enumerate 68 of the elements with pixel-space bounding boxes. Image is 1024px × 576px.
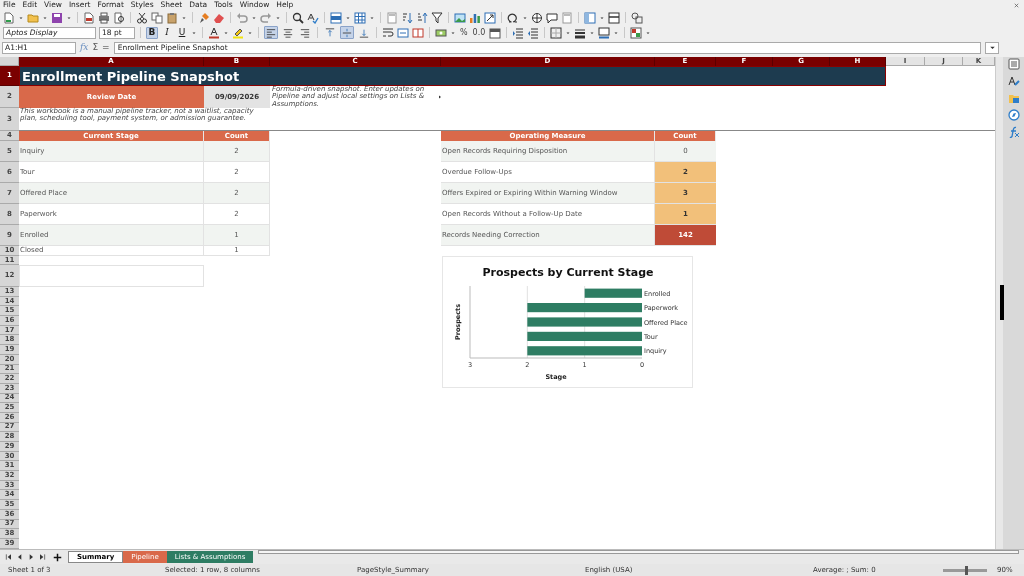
last-sheet-icon[interactable] <box>38 553 46 561</box>
functions-icon[interactable] <box>1007 126 1020 138</box>
horizontal-scrollbar[interactable] <box>258 550 1019 554</box>
pdf-export-icon[interactable] <box>83 11 95 24</box>
wrap-text-icon[interactable] <box>382 26 394 39</box>
open-folder-icon[interactable] <box>27 11 39 24</box>
title-cell[interactable]: Enrollment Pipeline Snapshot <box>19 66 886 86</box>
hyperlink-icon[interactable] <box>531 11 543 24</box>
align-top-button[interactable] <box>323 26 337 39</box>
font-color-icon[interactable] <box>208 26 220 39</box>
column-icon[interactable] <box>354 11 366 24</box>
sum-button[interactable]: Σ <box>92 43 99 52</box>
highlight-icon[interactable] <box>232 26 244 39</box>
navigator-icon[interactable] <box>1007 109 1020 121</box>
align-center-button[interactable] <box>281 26 295 39</box>
align-middle-button[interactable] <box>340 26 354 39</box>
paste-icon[interactable] <box>166 11 178 24</box>
currency-icon[interactable] <box>435 26 447 39</box>
underline-button[interactable]: U <box>176 26 188 39</box>
bar <box>584 288 642 298</box>
sidebar-handle[interactable] <box>1000 285 1004 320</box>
spellcheck-icon[interactable] <box>307 11 319 24</box>
split-window-icon[interactable] <box>608 11 620 24</box>
gallery-icon[interactable] <box>1007 92 1020 104</box>
overflow-arrow-icon <box>437 94 443 100</box>
redo-icon[interactable] <box>260 11 272 24</box>
close-icon[interactable] <box>1013 1 1020 9</box>
print-preview-icon[interactable] <box>113 11 125 24</box>
comment-icon[interactable] <box>546 11 558 24</box>
bold-button[interactable]: B <box>146 26 158 39</box>
special-character-icon[interactable] <box>507 11 519 24</box>
image-icon[interactable] <box>454 11 466 24</box>
properties-icon[interactable] <box>1007 58 1020 70</box>
row-icon[interactable] <box>330 11 342 24</box>
vertical-scrollbar[interactable] <box>995 57 1003 549</box>
formula-button[interactable]: = <box>102 43 110 52</box>
number-format-button[interactable]: % <box>459 26 469 39</box>
cut-icon[interactable] <box>136 11 148 24</box>
pivot-table-icon[interactable] <box>484 11 496 24</box>
align-right-button[interactable] <box>298 26 312 39</box>
merge-cells-icon[interactable] <box>397 26 409 39</box>
conditional-format-icon[interactable] <box>630 26 643 39</box>
date-format-icon[interactable] <box>489 26 502 39</box>
sort-ascending-icon[interactable] <box>401 11 413 24</box>
align-left-button[interactable] <box>264 26 278 39</box>
zoom-slider[interactable] <box>943 568 987 572</box>
slider-thumb[interactable] <box>965 565 968 575</box>
filter-icon[interactable] <box>431 11 443 24</box>
print-icon[interactable] <box>98 11 110 24</box>
shapes-icon[interactable] <box>631 11 643 24</box>
italic-button[interactable]: I <box>161 26 173 39</box>
next-sheet-icon[interactable] <box>27 553 35 561</box>
search-icon[interactable] <box>292 11 304 24</box>
chart-title: Prospects by Current Stage <box>482 266 654 279</box>
save-icon[interactable] <box>51 11 63 24</box>
previous-sheet-icon[interactable] <box>16 553 24 561</box>
chart-icon[interactable] <box>469 11 481 24</box>
borders-icon[interactable] <box>550 26 563 39</box>
add-sheet-icon[interactable] <box>53 552 62 562</box>
border-style-icon[interactable] <box>574 26 587 39</box>
border-color-icon[interactable] <box>598 26 611 39</box>
number-format-button[interactable]: 0.0 <box>471 26 487 39</box>
clone-formatting-icon[interactable] <box>198 11 210 24</box>
unmerge-cells-icon[interactable] <box>412 26 424 39</box>
styles-icon[interactable] <box>1007 75 1020 87</box>
headers-icon[interactable] <box>386 11 398 24</box>
first-sheet-icon[interactable] <box>5 553 13 561</box>
new-document-icon[interactable] <box>3 11 15 24</box>
